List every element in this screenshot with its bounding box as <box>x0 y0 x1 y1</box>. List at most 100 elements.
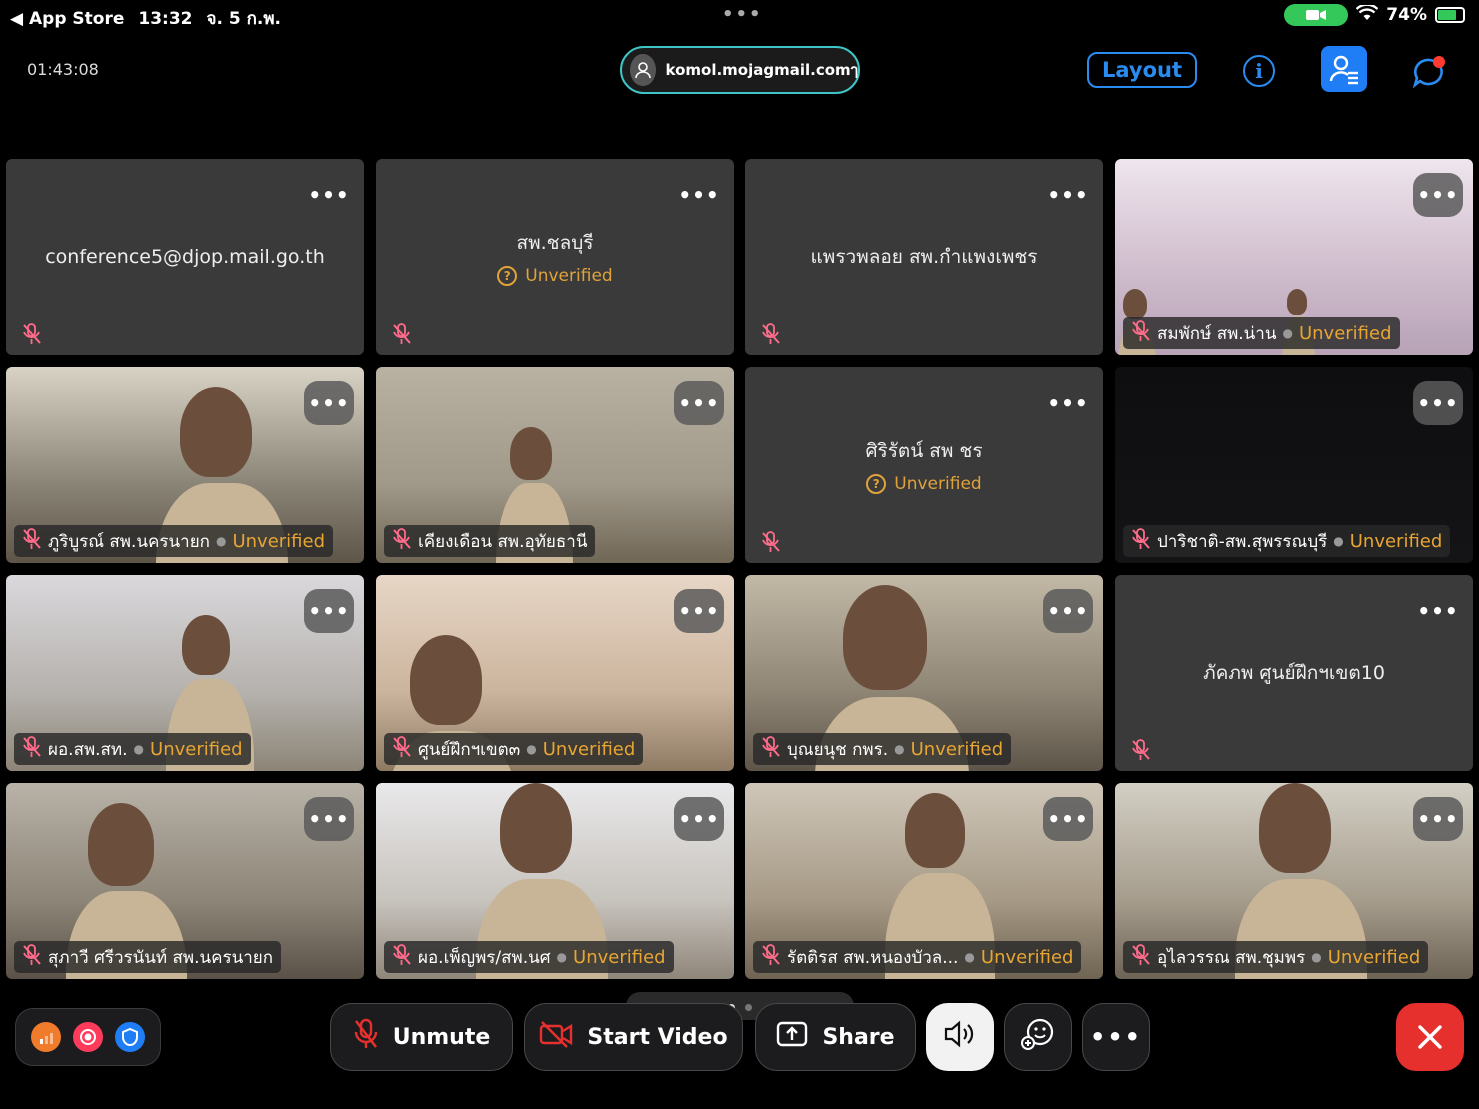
back-to-app-store[interactable]: ◀ App Store <box>10 9 124 29</box>
participant-label: สมพักษ์ สพ.น่าน ● Unverified <box>1123 317 1400 349</box>
participant-name: รัตติรส สพ.หนองบัวล... <box>787 947 959 968</box>
speaker-button[interactable] <box>926 1003 994 1071</box>
share-button[interactable]: Share <box>755 1003 916 1071</box>
unverified-badge: Unverified <box>150 738 243 760</box>
mic-muted-icon <box>392 323 412 345</box>
participant-tile[interactable]: ••• conference5@djop.mail.go.th <box>6 159 364 355</box>
participant-name: ผอ.เพ็ญพร/สพ.นศ <box>418 947 551 968</box>
participant-tile[interactable]: ••• รัตติรส สพ.หนองบัวล... ● Unverified <box>745 783 1103 979</box>
separator-dot: ● <box>526 742 537 756</box>
tile-more-button[interactable]: ••• <box>304 589 354 633</box>
tile-more-button[interactable]: ••• <box>1043 589 1093 633</box>
participant-tile[interactable]: ••• สมพักษ์ สพ.น่าน ● Unverified <box>1115 159 1473 355</box>
tile-more-button[interactable]: ••• <box>1413 173 1463 217</box>
separator-dot: ● <box>964 950 975 964</box>
tile-more-button[interactable]: ••• <box>1413 381 1463 425</box>
host-indicator[interactable]: komol.mojagmail.comๅ <box>620 46 860 94</box>
layout-button[interactable]: Layout <box>1087 52 1197 88</box>
reactions-button[interactable] <box>1004 1003 1072 1071</box>
participant-label: ภูริบูรณ์ สพ.นครนายก ● Unverified <box>14 525 334 557</box>
participant-name: สมพักษ์ สพ.น่าน <box>1157 323 1277 344</box>
start-video-button[interactable]: Start Video <box>524 1003 743 1071</box>
unmute-button[interactable]: Unmute <box>330 1003 513 1071</box>
participant-video-figure <box>905 793 965 868</box>
participant-label: ศูนย์ฝึกฯเขต๓ ● Unverified <box>384 733 644 765</box>
participant-tile[interactable]: ••• เคียงเดือน สพ.อุทัยธานี <box>376 367 734 563</box>
participant-name: ปาริชาติ-สพ.สุพรรณบุรี <box>1157 531 1328 552</box>
mic-muted-icon <box>392 527 412 555</box>
mic-muted-icon <box>1131 943 1151 971</box>
participant-tile[interactable]: ••• ภัคภพ ศูนย์ฝึกฯเขต10 <box>1115 575 1473 771</box>
share-screen-icon <box>776 1021 808 1053</box>
participant-video-figure <box>182 615 230 675</box>
multitask-dots-icon[interactable]: ••• <box>722 4 763 25</box>
tile-name-center: ภัคภพ ศูนย์ฝึกฯเขต10 <box>1115 575 1473 771</box>
participant-tile[interactable]: ••• ผอ.สพ.สท. ● Unverified <box>6 575 364 771</box>
separator-dot: ● <box>894 742 905 756</box>
chat-icon[interactable] <box>1411 54 1447 90</box>
participant-label: รัตติรส สพ.หนองบัวล... ● Unverified <box>753 941 1082 973</box>
speaker-icon <box>943 1019 977 1055</box>
participant-tile[interactable]: ••• บุณยนุช กพร. ● Unverified <box>745 575 1103 771</box>
participant-label: ผอ.เพ็ญพร/สพ.นศ ● Unverified <box>384 941 674 973</box>
participants-icon[interactable] <box>1321 46 1367 92</box>
participant-name: สุภาวี ศรีวรนันท์ สพ.นครนายก <box>48 947 274 968</box>
unverified-badge: Unverified <box>980 946 1074 968</box>
meeting-duration: 01:43:08 <box>27 60 99 79</box>
wifi-icon <box>1355 3 1379 26</box>
tile-more-button[interactable]: ••• <box>1413 797 1463 841</box>
participant-tile[interactable]: ••• อุไลวรรณ สพ.ชุมพร ● Unverified <box>1115 783 1473 979</box>
participant-tile[interactable]: ••• แพรวพลอย สพ.กำแพงเพชร <box>745 159 1103 355</box>
unverified-badge: Unverified <box>1298 322 1392 344</box>
participant-name: สพ.ชลบุรี <box>516 232 594 254</box>
mic-muted-icon <box>22 527 42 555</box>
participant-name: ศูนย์ฝึกฯเขต๓ <box>418 739 521 760</box>
participant-name: ภูริบูรณ์ สพ.นครนายก <box>48 531 210 552</box>
question-icon: ? <box>866 474 887 494</box>
participant-name: เคียงเดือน สพ.อุทัยธานี <box>418 531 588 552</box>
unverified-row: ? Unverified <box>866 474 982 494</box>
leave-meeting-button[interactable] <box>1396 1003 1464 1071</box>
date: จ. 5 ก.พ. <box>206 9 282 29</box>
mic-off-icon <box>353 1018 379 1056</box>
participant-tile[interactable]: ••• สพ.ชลบุรี? Unverified <box>376 159 734 355</box>
participant-name: อุไลวรรณ สพ.ชุมพร <box>1157 947 1306 968</box>
unverified-badge: Unverified <box>910 738 1004 760</box>
connection-status-group[interactable] <box>15 1008 161 1066</box>
question-icon: ? <box>497 266 518 286</box>
page-dot-2 <box>745 1004 752 1011</box>
mic-muted-icon <box>761 735 781 763</box>
participant-tile[interactable]: ••• ปาริชาติ-สพ.สุพรรณบุรี ● Unverified <box>1115 367 1473 563</box>
tile-more-button[interactable]: ••• <box>674 797 724 841</box>
start-video-label: Start Video <box>587 1024 728 1050</box>
tile-more-button[interactable]: ••• <box>304 381 354 425</box>
status-bar: ◀ App Store 13:32 จ. 5 ก.พ. ••• 74% <box>0 0 1479 30</box>
tile-more-button[interactable]: ••• <box>674 589 724 633</box>
unverified-badge: Unverified <box>542 738 636 760</box>
participant-tile[interactable]: ••• ศูนย์ฝึกฯเขต๓ ● Unverified <box>376 575 734 771</box>
mic-muted-icon <box>1131 319 1151 347</box>
share-label: Share <box>822 1024 895 1050</box>
separator-dot: ● <box>1282 326 1293 340</box>
participant-tile[interactable]: ••• ผอ.เพ็ญพร/สพ.นศ ● Unverified <box>376 783 734 979</box>
signal-strength-icon <box>31 1022 61 1052</box>
participant-tile[interactable]: ••• สุภาวี ศรีวรนันท์ สพ.นครนายก <box>6 783 364 979</box>
mic-muted-icon <box>761 943 781 971</box>
mic-muted-icon <box>22 943 42 971</box>
info-icon[interactable]: i <box>1243 55 1275 87</box>
separator-dot: ● <box>215 534 227 548</box>
more-options-button[interactable]: ••• <box>1082 1003 1150 1071</box>
clock: 13:32 <box>138 8 193 29</box>
add-reaction-icon <box>1021 1017 1055 1057</box>
recording-icon <box>73 1022 103 1052</box>
separator-dot: ● <box>1333 534 1344 548</box>
participant-tile[interactable]: ••• ศิริรัตน์ สพ ชร? Unverified <box>745 367 1103 563</box>
tile-more-button[interactable]: ••• <box>304 797 354 841</box>
tile-more-button[interactable]: ••• <box>674 381 724 425</box>
participant-video-figure <box>410 635 482 725</box>
unmute-label: Unmute <box>392 1024 491 1050</box>
participant-tile[interactable]: ••• ภูริบูรณ์ สพ.นครนายก ● Unverified <box>6 367 364 563</box>
unverified-row: ? Unverified <box>497 266 613 286</box>
tile-more-button[interactable]: ••• <box>1043 797 1093 841</box>
participant-name: ภัคภพ ศูนย์ฝึกฯเขต10 <box>1203 662 1385 684</box>
